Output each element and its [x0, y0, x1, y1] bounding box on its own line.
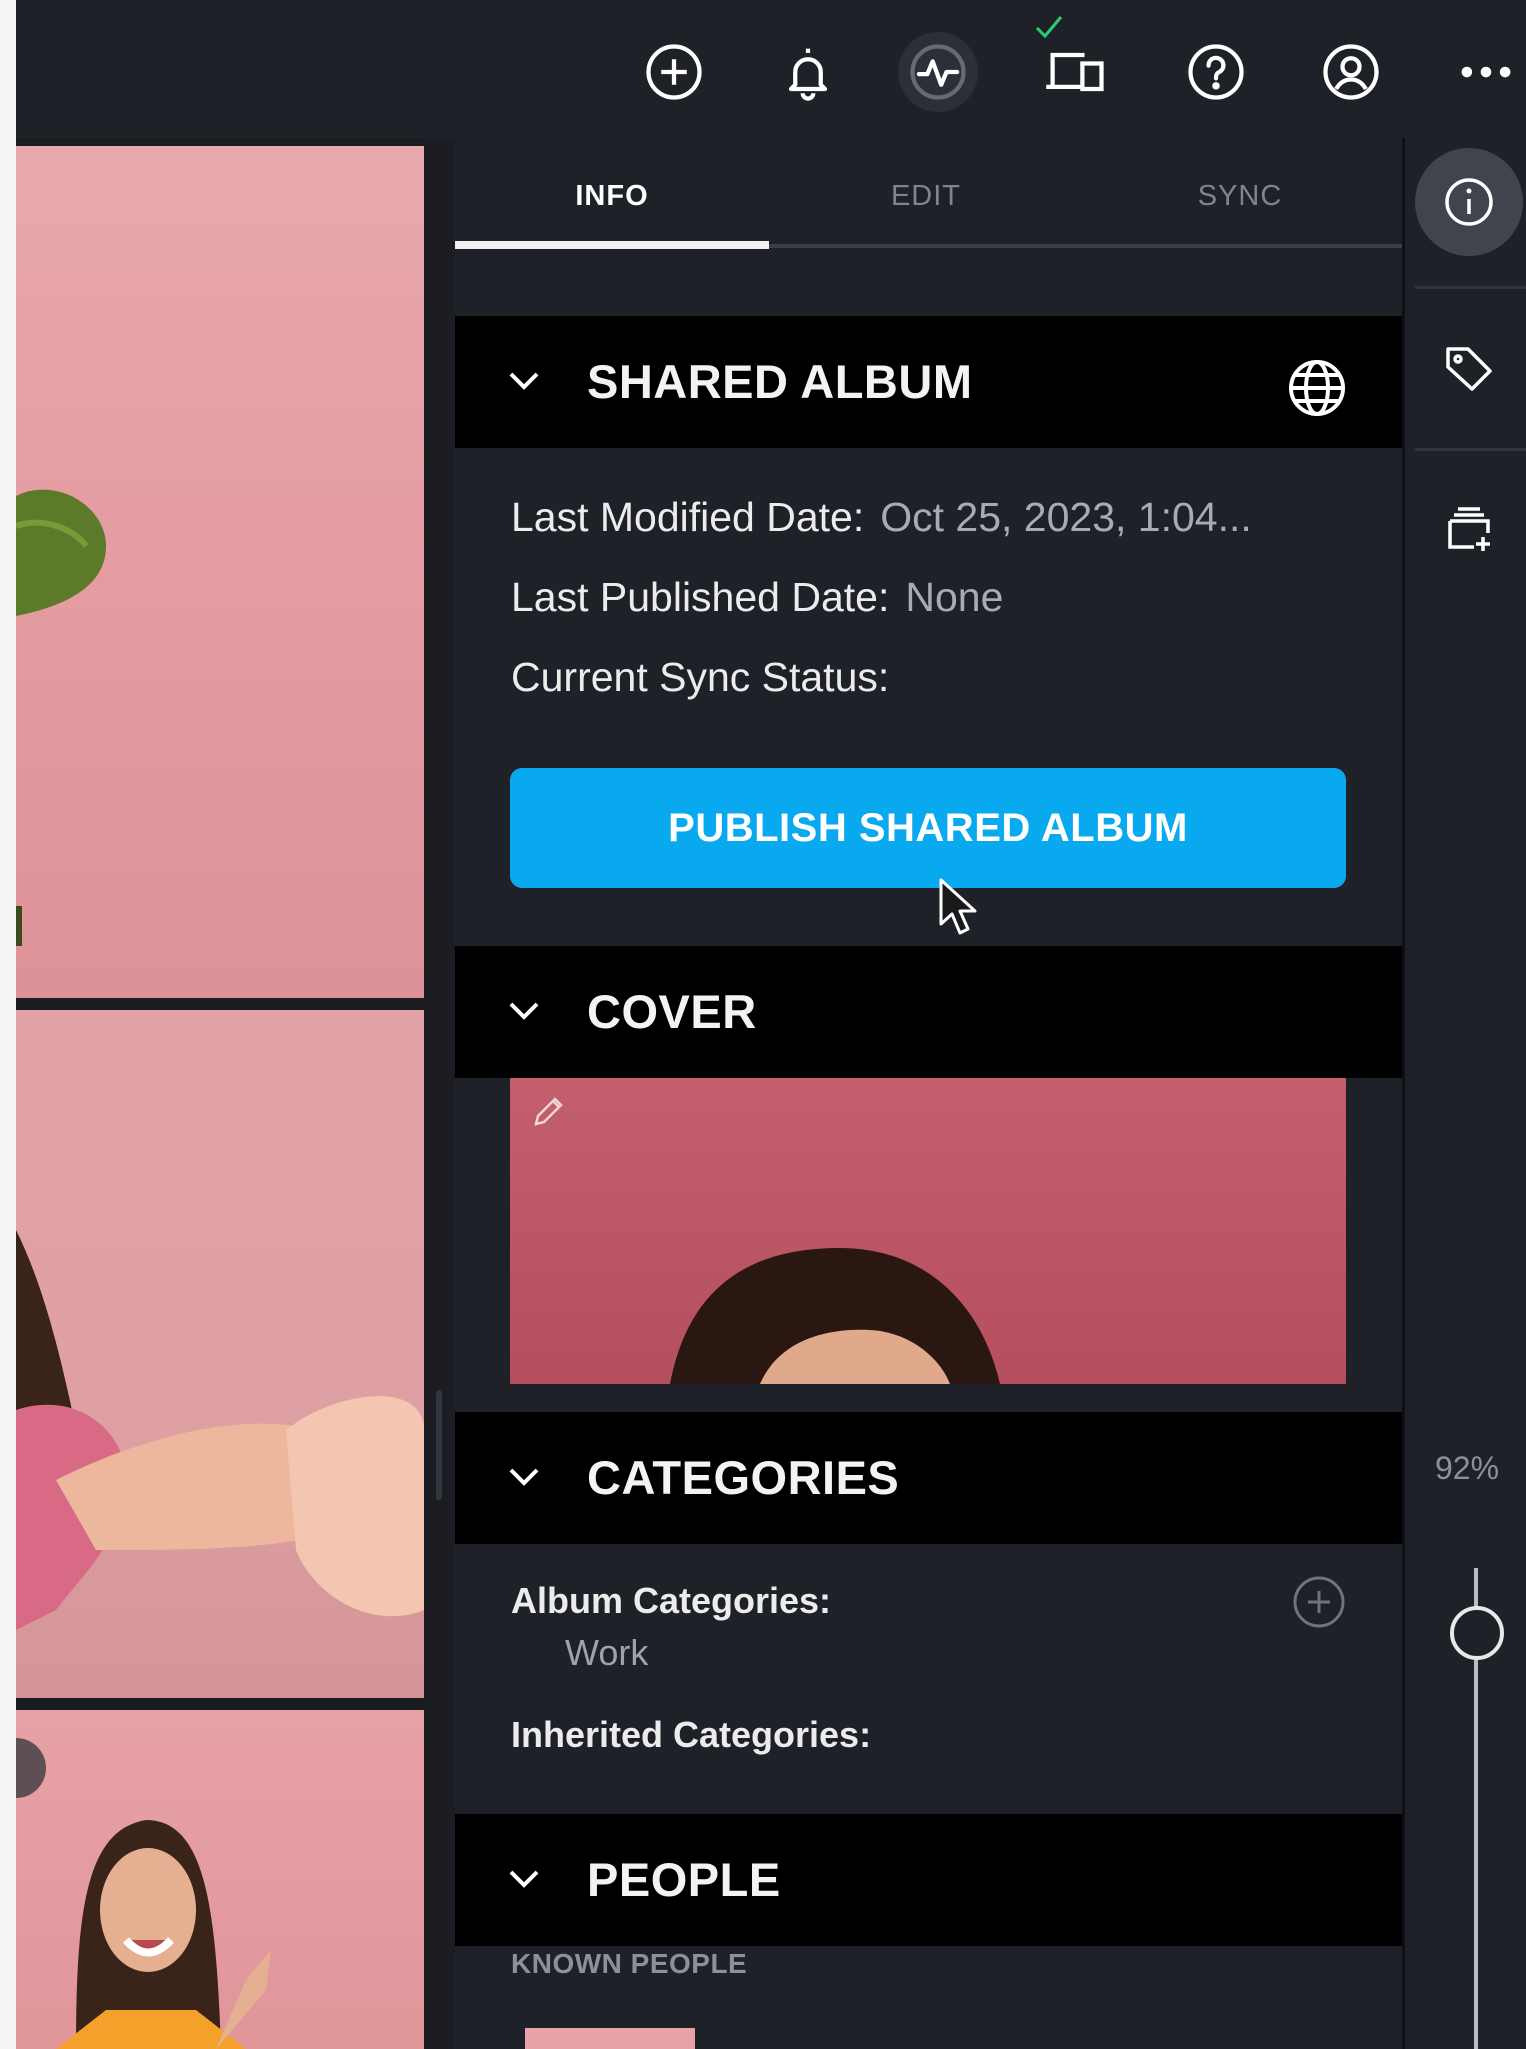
panel-resize-handle[interactable] [436, 1390, 442, 1500]
section-title: CATEGORIES [587, 1451, 900, 1504]
bell-icon[interactable] [768, 32, 848, 112]
photo-thumbnail[interactable] [16, 1710, 424, 2049]
chevron-down-icon [509, 372, 539, 390]
section-header-categories[interactable]: CATEGORIES [455, 1412, 1402, 1544]
album-categories-label: Album Categories: [511, 1580, 832, 1621]
edit-pencil-icon[interactable] [528, 1092, 568, 1132]
inherited-categories-label: Inherited Categories: [511, 1714, 872, 1755]
rail-divider [1415, 448, 1526, 451]
chevron-down-icon [509, 1002, 539, 1020]
top-toolbar [16, 0, 1526, 138]
section-header-people[interactable]: PEOPLE [455, 1814, 1402, 1946]
tab-sync[interactable]: SYNC [1083, 180, 1397, 213]
last-modified-row: Last Modified Date: Oct 25, 2023, 1:04... [511, 494, 1252, 541]
chevron-down-icon [509, 1870, 539, 1888]
info-icon [1445, 178, 1493, 226]
rail-divider [1415, 286, 1526, 289]
last-modified-value: Oct 25, 2023, 1:04... [880, 494, 1252, 540]
add-category-icon[interactable] [1291, 1574, 1347, 1630]
known-people-label: KNOWN PEOPLE [511, 1948, 748, 1979]
sync-status-label: Current Sync Status: [511, 654, 890, 700]
photo-thumbnail[interactable] [16, 146, 424, 998]
photo-thumbnail[interactable] [16, 1010, 424, 1698]
last-modified-label: Last Modified Date: [511, 494, 865, 540]
more-icon[interactable] [1446, 32, 1526, 112]
last-published-value: None [905, 574, 1004, 620]
tab-active-indicator [455, 241, 769, 249]
window-edge [0, 0, 16, 2049]
category-tag[interactable]: Work [565, 1632, 648, 1674]
section-title: PEOPLE [587, 1853, 781, 1906]
tags-rail-button[interactable] [1415, 314, 1523, 422]
tab-info[interactable]: INFO [455, 180, 769, 213]
tag-icon [1446, 347, 1492, 391]
cover-image[interactable] [510, 1078, 1346, 1384]
account-icon[interactable] [1311, 32, 1391, 112]
right-rail: 92% [1402, 138, 1526, 2049]
tab-edit[interactable]: EDIT [769, 180, 1083, 213]
add-to-album-rail-button[interactable] [1415, 474, 1523, 582]
devices-icon[interactable] [1036, 32, 1116, 112]
photo-grid [16, 138, 424, 2049]
chevron-down-icon [509, 1468, 539, 1486]
info-rail-button[interactable] [1415, 148, 1523, 256]
globe-icon[interactable] [1285, 356, 1349, 420]
section-header-shared-album[interactable]: SHARED ALBUM [455, 316, 1402, 448]
last-published-row: Last Published Date: None [511, 574, 1003, 621]
person-thumbnail[interactable] [525, 2028, 695, 2049]
add-icon[interactable] [634, 32, 714, 112]
add-to-album-icon [1448, 507, 1490, 551]
last-published-label: Last Published Date: [511, 574, 890, 620]
section-title: COVER [587, 985, 757, 1038]
activity-icon[interactable] [898, 32, 978, 112]
mouse-cursor-icon [939, 878, 977, 935]
sync-status-row: Current Sync Status: [511, 654, 889, 701]
publish-shared-album-button[interactable]: PUBLISH SHARED ALBUM [510, 768, 1346, 888]
info-panel: INFO EDIT SYNC SHARED ALBUM Last Modifie… [455, 138, 1402, 2049]
panel-tabs: INFO EDIT SYNC [455, 138, 1402, 250]
section-header-cover[interactable]: COVER [455, 946, 1402, 1078]
section-title: SHARED ALBUM [587, 355, 973, 408]
zoom-slider-knob[interactable] [1450, 1606, 1504, 1660]
zoom-level-label: 92% [1434, 1450, 1500, 1486]
help-icon[interactable] [1176, 32, 1256, 112]
